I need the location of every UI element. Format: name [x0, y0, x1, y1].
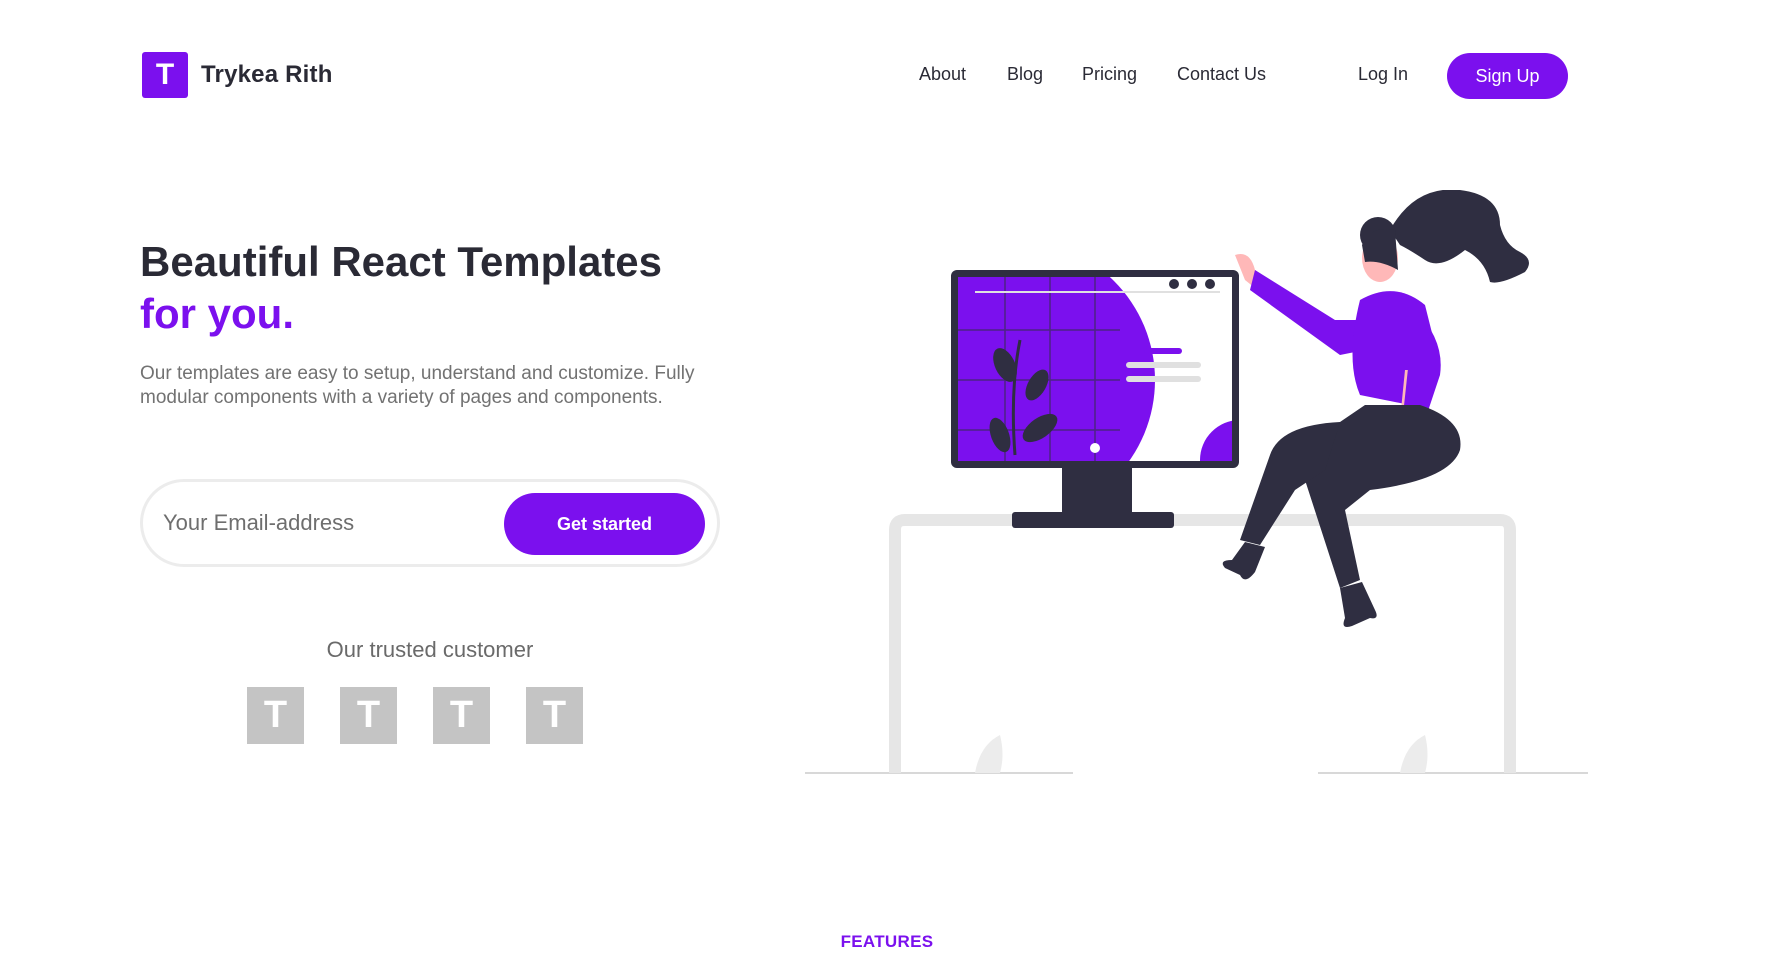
- email-input[interactable]: [163, 498, 483, 548]
- customer-logo-icon: T: [526, 687, 583, 744]
- signup-form: Get started: [140, 479, 720, 567]
- get-started-button[interactable]: Get started: [504, 493, 705, 555]
- login-link[interactable]: Log In: [1358, 64, 1408, 85]
- features-section-label: FEATURES: [840, 932, 934, 951]
- hero-description: Our templates are easy to setup, underst…: [140, 363, 695, 408]
- customer-logo-icon: T: [247, 687, 304, 744]
- customer-logo-icon: T: [340, 687, 397, 744]
- customer-logo-icon: T: [433, 687, 490, 744]
- hero-title-accent: for you.: [140, 290, 294, 337]
- nav-pricing[interactable]: Pricing: [1082, 64, 1137, 85]
- hero-title: Beautiful React Templates for you.: [140, 236, 662, 340]
- site-header: T Trykea Rith About Blog Pricing Contact…: [0, 0, 1774, 150]
- nav-blog[interactable]: Blog: [1007, 64, 1043, 85]
- brand-logo-icon: T: [142, 52, 188, 98]
- woman-at-computer-illustration: [805, 190, 1588, 774]
- nav-contact-us[interactable]: Contact Us: [1177, 64, 1266, 85]
- nav-about[interactable]: About: [919, 64, 966, 85]
- hero-title-line1: Beautiful React Templates: [140, 238, 663, 285]
- sign-up-button[interactable]: Sign Up: [1447, 53, 1568, 99]
- brand-logo[interactable]: T Trykea Rith: [142, 52, 333, 98]
- brand-name: Trykea Rith: [201, 61, 333, 88]
- trusted-customers-label: Our trusted customer: [326, 637, 534, 662]
